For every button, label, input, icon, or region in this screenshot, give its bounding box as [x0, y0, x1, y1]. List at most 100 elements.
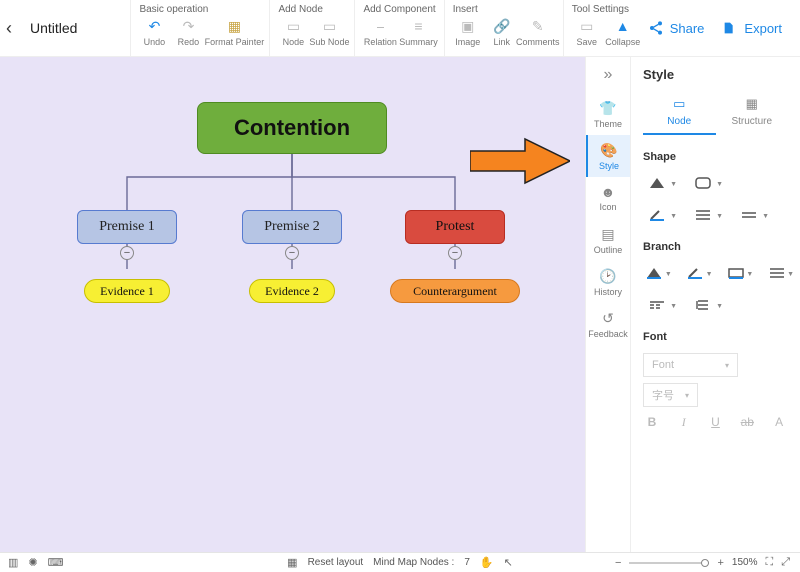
zoom-label: 150%	[732, 557, 758, 568]
keyboard-icon[interactable]: ⌨	[48, 556, 64, 569]
collapse-toggle[interactable]: −	[448, 246, 462, 260]
shape-border-color-button[interactable]: ▼	[643, 205, 671, 225]
shape-border-width-button[interactable]: ▼	[689, 205, 717, 225]
add-node-button[interactable]: ▭ Node	[278, 17, 308, 47]
rail-item-icon[interactable]: ☻ Icon	[586, 177, 630, 219]
rail-item-history[interactable]: 🕑 History	[586, 261, 630, 303]
chevron-down-icon: ▼	[706, 271, 713, 278]
collapse-icon: ▲	[616, 17, 630, 35]
app-header: ‹ Untitled Basic operation ↶ Undo ↷ Redo…	[0, 0, 800, 57]
rail-item-theme[interactable]: 👕 Theme	[586, 93, 630, 135]
rail-collapse-icon[interactable]: »	[586, 57, 630, 93]
chevron-down-icon: ▼	[716, 181, 723, 188]
zoom-out-button[interactable]: −	[615, 557, 621, 569]
node-premise-2[interactable]: Premise 2	[242, 210, 342, 244]
nodes-label: Mind Map Nodes :	[373, 557, 454, 568]
group-add-component: Add Component ⎯ Relation ≡ Summary	[354, 0, 443, 56]
chevron-down-icon: ▼	[670, 303, 677, 310]
font-family-select[interactable]: Font▾	[643, 353, 738, 377]
strike-button[interactable]: ab	[738, 415, 756, 430]
tab-node[interactable]: ▭ Node	[643, 96, 716, 135]
node-evidence-2[interactable]: Evidence 2	[249, 279, 335, 303]
underline-button[interactable]: U	[707, 415, 725, 430]
redo-icon: ↷	[183, 17, 195, 35]
node-protest[interactable]: Protest	[405, 210, 505, 244]
zoom-in-button[interactable]: +	[717, 557, 723, 569]
view-mode-icon[interactable]: ▥	[8, 556, 18, 569]
summary-button[interactable]: ≡ Summary	[401, 17, 435, 47]
chevron-down-icon: ▾	[725, 361, 729, 370]
shape-type-button[interactable]: ▼	[689, 173, 717, 193]
node-root[interactable]: Contention	[197, 102, 387, 154]
chevron-down-icon: ▼	[787, 271, 794, 278]
branch-shape-button[interactable]: ▼	[725, 263, 748, 283]
node-counterargument[interactable]: Counterargument	[390, 279, 520, 303]
font-size-select[interactable]: 字号▾	[643, 383, 698, 407]
collapse-button[interactable]: ▲ Collapse	[606, 17, 640, 47]
save-button[interactable]: ▭ Save	[572, 17, 602, 47]
chevron-down-icon: ▼	[670, 181, 677, 188]
save-icon: ▭	[580, 17, 593, 35]
chevron-down-icon: ▼	[665, 271, 672, 278]
redo-button[interactable]: ↷ Redo	[173, 17, 203, 47]
rail-item-outline[interactable]: ▤ Outline	[586, 219, 630, 261]
zoom-slider[interactable]	[629, 562, 709, 564]
insert-link-button[interactable]: 🔗 Link	[487, 17, 517, 47]
theme-icon: 👕	[599, 100, 616, 117]
node-evidence-1[interactable]: Evidence 1	[84, 279, 170, 303]
summary-icon: ≡	[414, 17, 422, 35]
insert-comments-button[interactable]: ✎ Comments	[521, 17, 555, 47]
reset-layout-button[interactable]: Reset layout	[308, 557, 364, 568]
nodes-count: 7	[464, 557, 470, 568]
branch-stroke-button[interactable]: ▼	[684, 263, 707, 283]
collapse-toggle[interactable]: −	[120, 246, 134, 260]
format-painter-icon: ▦	[228, 17, 241, 35]
history-icon: 🕑	[599, 268, 616, 285]
chevron-down-icon: ▼	[716, 213, 723, 220]
link-icon: 🔗	[493, 17, 510, 35]
fullscreen-icon[interactable]: ⤢	[781, 556, 790, 569]
share-button[interactable]: Share	[648, 20, 705, 36]
format-painter-button[interactable]: ▦ Format Painter	[207, 17, 261, 47]
zoom-handle[interactable]	[701, 559, 709, 567]
style-icon: 🎨	[600, 142, 617, 159]
document-title[interactable]: Untitled	[30, 20, 77, 36]
add-sub-node-button[interactable]: ▭ Sub Node	[312, 17, 346, 47]
rail-item-feedback[interactable]: ↺ Feedback	[586, 303, 630, 345]
rail-item-style[interactable]: 🎨 Style	[586, 135, 630, 177]
shape-fill-button[interactable]: ▼	[643, 173, 671, 193]
fit-screen-icon[interactable]: ⛶	[765, 556, 773, 569]
italic-button[interactable]: I	[675, 415, 693, 430]
chevron-down-icon: ▼	[746, 271, 753, 278]
node-premise-1[interactable]: Premise 1	[77, 210, 177, 244]
group-tool-settings: Tool Settings ▭ Save ▲ Collapse	[563, 0, 648, 56]
insert-image-button[interactable]: ▣ Image	[453, 17, 483, 47]
relation-button[interactable]: ⎯ Relation	[363, 17, 397, 47]
toolbar: Basic operation ↶ Undo ↷ Redo ▦ Format P…	[130, 0, 647, 56]
shape-border-style-button[interactable]: ▼	[735, 205, 763, 225]
brightness-icon[interactable]: ✺	[28, 556, 37, 569]
reset-layout-icon[interactable]: ▦	[287, 556, 297, 569]
group-add-node: Add Node ▭ Node ▭ Sub Node	[269, 0, 354, 56]
branch-dash-button[interactable]: ▼	[643, 295, 671, 315]
tab-structure[interactable]: ▦ Structure	[716, 96, 789, 135]
export-icon	[722, 20, 738, 36]
back-icon[interactable]: ‹	[6, 18, 12, 39]
outline-icon: ▤	[601, 226, 614, 243]
style-panel: Style ▭ Node ▦ Structure Shape ▼ ▼ ▼ ▼ ▼…	[630, 57, 800, 552]
branch-end-button[interactable]: ▼	[689, 295, 717, 315]
collapse-toggle[interactable]: −	[285, 246, 299, 260]
group-label: Basic operation	[139, 4, 261, 15]
panel-title: Style	[643, 67, 788, 82]
undo-button[interactable]: ↶ Undo	[139, 17, 169, 47]
mindmap-canvas[interactable]: Contention Premise 1 Premise 2 Protest −…	[0, 57, 585, 552]
group-label: Insert	[453, 4, 555, 15]
export-button[interactable]: Export	[722, 20, 782, 36]
font-color-button[interactable]: A	[770, 415, 788, 430]
branch-width-button[interactable]: ▼	[765, 263, 788, 283]
cursor-icon[interactable]: ↖	[504, 556, 513, 569]
group-label: Add Node	[278, 4, 346, 15]
branch-color-button[interactable]: ▼	[643, 263, 666, 283]
pan-icon[interactable]: ✋	[480, 556, 494, 569]
bold-button[interactable]: B	[643, 415, 661, 430]
